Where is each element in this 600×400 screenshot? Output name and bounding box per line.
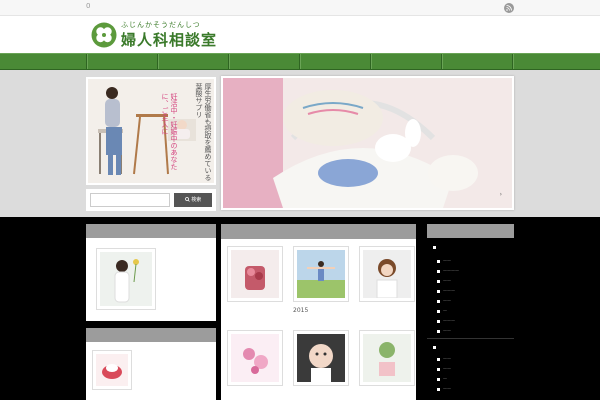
grid-caption	[227, 391, 283, 399]
sidebar-link[interactable]: —	[437, 308, 447, 313]
main-nav	[0, 53, 600, 70]
grid-item[interactable]	[227, 330, 283, 399]
nav-divider	[370, 54, 371, 69]
left-widget-1	[86, 224, 216, 321]
sidebar-header	[427, 224, 514, 238]
sidebar-link[interactable]	[433, 344, 439, 349]
nav-divider	[157, 54, 158, 69]
grid-thumbnail	[293, 330, 349, 386]
sidebar-link[interactable]: ——	[437, 366, 451, 371]
site-logo[interactable]: ふじんかそうだんしつ 婦人科相談室	[91, 20, 221, 50]
slideshow-next-icon[interactable]: ›	[500, 191, 502, 198]
sidebar-link[interactable]: ———	[437, 318, 455, 323]
sidebar-link[interactable]: ——	[437, 278, 451, 283]
sidebar-link[interactable]: ——	[437, 258, 451, 263]
widget-header	[86, 328, 216, 342]
sidebar-link[interactable]: ——	[437, 356, 451, 361]
grid-caption	[359, 391, 415, 399]
grid-thumbnail	[293, 246, 349, 302]
grid-item[interactable]	[293, 330, 349, 399]
widget-thumbnail[interactable]	[96, 248, 156, 310]
nav-divider	[86, 54, 87, 69]
nav-divider	[299, 54, 300, 69]
top-bar: 0	[0, 0, 600, 16]
sidebar-link[interactable]	[433, 244, 439, 249]
sidebar-link[interactable]: ————	[437, 268, 459, 273]
rss-icon[interactable]	[504, 3, 514, 13]
clover-logo-icon	[91, 22, 117, 48]
promo-tagline-pink: 妊活中・妊娠中のあなたに、ご主人に	[161, 93, 178, 170]
search-box: 検索	[86, 189, 216, 211]
grid-caption: 2015	[293, 307, 309, 314]
post-count: 0	[86, 2, 91, 10]
sidebar-link[interactable]: ——	[437, 386, 451, 391]
sidebar-divider	[427, 338, 514, 339]
nav-divider	[512, 54, 513, 69]
search-icon	[184, 197, 190, 202]
search-button[interactable]: 検索	[174, 193, 212, 207]
logo-title: 婦人科相談室	[121, 31, 218, 49]
grid-item[interactable]	[359, 330, 415, 399]
main-content: 2015	[221, 224, 416, 400]
widget-header	[86, 224, 216, 238]
left-widget-2	[86, 328, 216, 400]
content-header	[221, 224, 416, 239]
slideshow-image	[223, 78, 512, 208]
grid-item[interactable]	[359, 246, 415, 315]
hero-slideshow[interactable]: ›	[221, 76, 514, 210]
widget-thumbnail[interactable]	[92, 350, 132, 390]
sidebar-link[interactable]: ——	[437, 328, 451, 333]
grid-thumbnail	[227, 330, 283, 386]
grid-thumbnail	[359, 246, 415, 302]
promo-tagline: 厚生労働省も摂取を薦めている葉酸サプリ	[195, 83, 212, 181]
grid-caption	[293, 391, 349, 399]
left-column	[86, 224, 216, 400]
sidebar-link[interactable]: ——	[437, 298, 451, 303]
search-button-label: 検索	[191, 197, 202, 203]
grid-item[interactable]	[227, 246, 283, 315]
right-sidebar: —— ———— —— ——— —— — ——— —— —— —— — ——	[427, 224, 514, 400]
search-input[interactable]	[90, 193, 170, 207]
nav-divider	[228, 54, 229, 69]
sidebar-link[interactable]: —	[437, 376, 447, 381]
grid-thumbnail	[227, 246, 283, 302]
nav-divider	[441, 54, 442, 69]
grid-caption	[359, 307, 415, 315]
site-header: ふじんかそうだんしつ 婦人科相談室	[0, 16, 600, 53]
grid-thumbnail	[359, 330, 415, 386]
grid-item[interactable]: 2015	[293, 246, 349, 315]
grid-caption	[227, 307, 283, 315]
sidebar-link[interactable]: ———	[437, 288, 455, 293]
promo-image: 妊活中・妊娠中のあなたに、ご主人に 厚生労働省も摂取を薦めている葉酸サプリ	[88, 79, 214, 183]
promo-banner[interactable]: 妊活中・妊娠中のあなたに、ご主人に 厚生労働省も摂取を薦めている葉酸サプリ	[86, 77, 216, 185]
